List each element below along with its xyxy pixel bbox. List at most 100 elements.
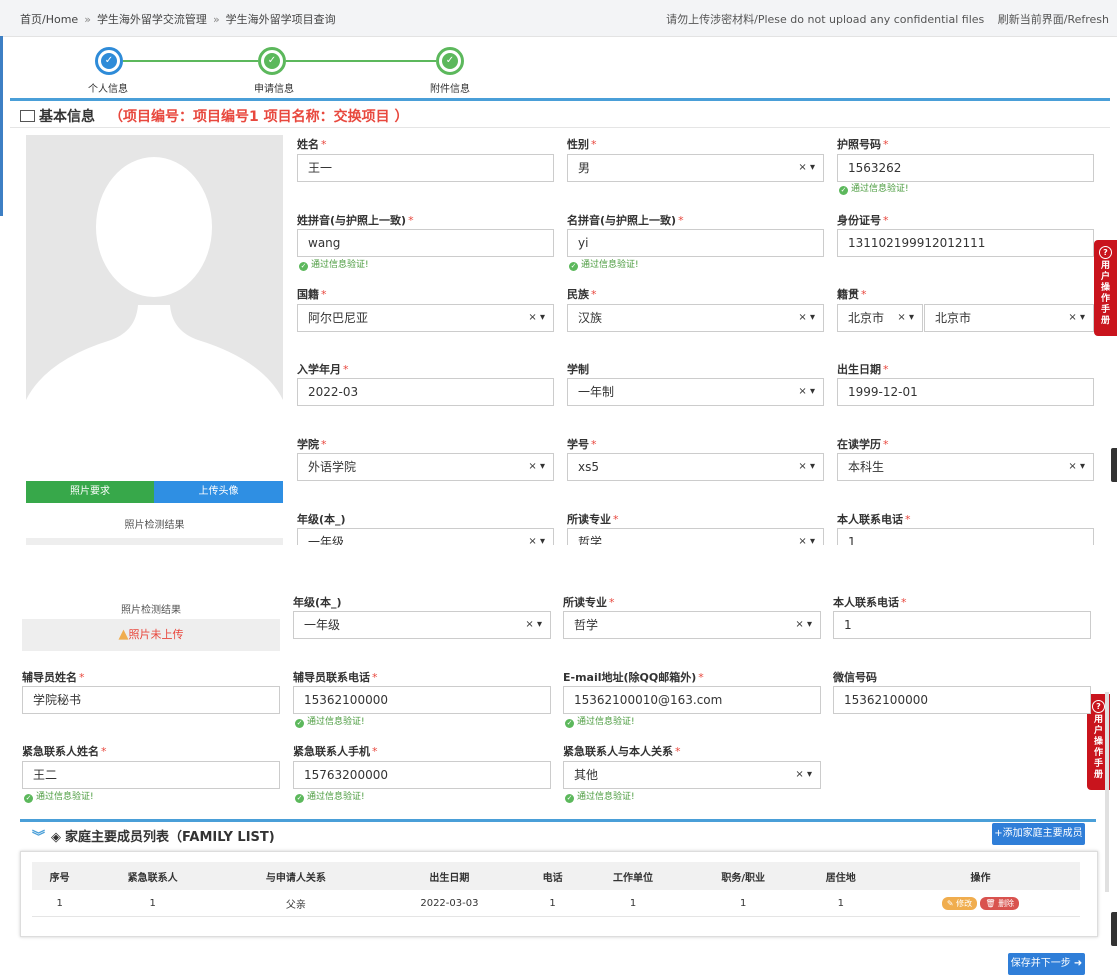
clear-dropdown-icon[interactable]: × ▾ (528, 454, 545, 480)
major-select[interactable]: 哲学 × ▾ (563, 611, 821, 639)
phone-input-top[interactable]: 1 (837, 528, 1094, 545)
step-line-1 (123, 60, 258, 62)
clear-dropdown-icon[interactable]: × ▾ (897, 305, 914, 331)
col-header: 与申请人关系 (218, 862, 374, 890)
email-input[interactable]: 15362100010@163.com (563, 686, 821, 714)
nationality-label: 国籍 * (297, 288, 327, 301)
breadcrumb-level2[interactable]: 学生海外留学项目查询 (226, 13, 336, 26)
check-icon: ✓ (565, 719, 574, 728)
clear-dropdown-icon[interactable]: × ▾ (798, 379, 815, 405)
photo-check-strip (26, 538, 283, 545)
table-cell: 1 (524, 890, 581, 917)
emergency-name-input[interactable]: 王二 (22, 761, 280, 789)
side-handle-2[interactable] (1111, 912, 1117, 946)
student-no-select[interactable]: xs5 × ▾ (567, 453, 824, 481)
table-cell: 1 (32, 890, 88, 917)
gender-label: 性别 * (567, 138, 597, 151)
clear-dropdown-icon[interactable]: × ▾ (795, 762, 812, 788)
given-pinyin-input[interactable]: yi (567, 229, 824, 257)
step-line-2 (286, 60, 436, 62)
phone-input[interactable]: 1 (833, 611, 1091, 639)
wechat-input[interactable]: 15362100000 (833, 686, 1091, 714)
step-2-label: 申请信息 (254, 84, 294, 95)
phone-label: 本人联系电话 * (833, 596, 907, 609)
clear-dropdown-icon[interactable]: × ▾ (798, 529, 815, 545)
enroll-date-input[interactable]: 2022-03 (297, 378, 554, 406)
check-icon: ✓ (569, 262, 578, 271)
emergency-phone-verified: ✓ 通过信息验证! (295, 792, 365, 803)
clear-dropdown-icon[interactable]: × ▾ (798, 454, 815, 480)
clear-dropdown-icon[interactable]: × ▾ (528, 305, 545, 331)
check-icon: ✓ (24, 794, 33, 803)
clear-dropdown-icon[interactable]: × ▾ (1068, 305, 1085, 331)
counselor-phone-input[interactable]: 15362100000 (293, 686, 551, 714)
major-label-top: 所读专业 * (567, 513, 619, 526)
layers-icon: ◈ (51, 830, 62, 845)
delete-button[interactable]: 🗑 删除 (980, 896, 1020, 910)
duration-label: 学制 (567, 363, 589, 376)
question-icon: ? (1099, 246, 1112, 259)
birth-date-input[interactable]: 1999-12-01 (837, 378, 1094, 406)
passport-input[interactable]: 1563262 (837, 154, 1094, 182)
ethnicity-select[interactable]: 汉族 × ▾ (567, 304, 824, 332)
emergency-relation-select[interactable]: 其他 × ▾ (563, 761, 821, 789)
clear-dropdown-icon[interactable]: × ▾ (528, 529, 545, 545)
section-title: 基本信息 （项目编号：项目编号1 项目名称：交换项目 ） (20, 106, 409, 126)
question-icon: ? (1092, 700, 1105, 713)
major-label: 所读专业 * (563, 596, 615, 609)
clear-dropdown-icon[interactable]: × ▾ (795, 612, 812, 638)
college-select[interactable]: 外语学院 × ▾ (297, 453, 554, 481)
origin-city-select[interactable]: 北京市 × ▾ (924, 304, 1094, 332)
project-info: （项目编号：项目编号1 项目名称：交换项目 ） (109, 109, 409, 125)
user-manual-tab[interactable]: ? 用户操作手册 (1094, 240, 1117, 336)
scrollbar-track[interactable] (1105, 692, 1109, 892)
step-1-icon[interactable]: ✓ (95, 47, 123, 75)
collapse-chevron-icon[interactable]: ︾ (32, 830, 45, 845)
save-next-button[interactable]: 保存并下一步 ➜ (1008, 953, 1085, 975)
form-icon (20, 110, 35, 122)
nationality-select[interactable]: 阿尔巴尼亚 × ▾ (297, 304, 554, 332)
refresh-link[interactable]: 刷新当前界面/Refresh (998, 13, 1109, 26)
photo-requirements-button[interactable]: 照片要求 (26, 481, 154, 503)
edit-button[interactable]: ✎ 修改 (941, 896, 978, 910)
ethnicity-label: 民族 * (567, 288, 597, 301)
side-handle[interactable] (1111, 448, 1117, 482)
surname-pinyin-input[interactable]: wang (297, 229, 554, 257)
counselor-phone-label: 辅导员联系电话 * (293, 671, 378, 684)
emergency-relation-label: 紧急联系人与本人关系 * (563, 745, 681, 758)
major-select-top[interactable]: 哲学 × ▾ (567, 528, 824, 545)
breadcrumb-level1[interactable]: 学生海外留学交流管理 (97, 13, 207, 26)
upload-avatar-button[interactable]: 上传头像 (154, 481, 283, 503)
given-verified: ✓ 通过信息验证! (569, 260, 639, 271)
origin-province-select[interactable]: 北京市 × ▾ (837, 304, 923, 332)
left-edge-accent (0, 36, 3, 216)
check-icon: ✓ (299, 262, 308, 271)
passport-verified: ✓ 通过信息验证! (839, 184, 909, 195)
col-header: 操作 (881, 862, 1080, 890)
degree-select[interactable]: 本科生 × ▾ (837, 453, 1094, 481)
table-cell: 2022-03-03 (373, 890, 525, 917)
check-icon: ✓ (565, 794, 574, 803)
table-cell: 1 (800, 890, 881, 917)
clear-dropdown-icon[interactable]: × ▾ (798, 305, 815, 331)
id-number-input[interactable]: 131102199912012111 (837, 229, 1094, 257)
grade-select[interactable]: 一年级 × ▾ (293, 611, 551, 639)
clear-dropdown-icon[interactable]: × ▾ (1068, 454, 1085, 480)
duration-select[interactable]: 一年制 × ▾ (567, 378, 824, 406)
step-3-icon[interactable]: ✓ (436, 47, 464, 75)
emergency-name-verified: ✓ 通过信息验证! (24, 792, 94, 803)
col-header: 居住地 (800, 862, 881, 890)
phone-label-top: 本人联系电话 * (837, 513, 911, 526)
clear-dropdown-icon[interactable]: × ▾ (525, 612, 542, 638)
check-icon: ✓ (442, 53, 458, 69)
emergency-phone-input[interactable]: 15763200000 (293, 761, 551, 789)
clear-dropdown-icon[interactable]: × ▾ (798, 155, 815, 181)
grade-select-top[interactable]: 一年级 × ▾ (297, 528, 554, 545)
avatar-silhouette-icon (26, 135, 283, 481)
counselor-input[interactable]: 学院秘书 (22, 686, 280, 714)
add-family-member-button[interactable]: +添加家庭主要成员 (992, 823, 1085, 845)
name-input[interactable]: 王一 (297, 154, 554, 182)
step-2-icon[interactable]: ✓ (258, 47, 286, 75)
gender-select[interactable]: 男 × ▾ (567, 154, 824, 182)
breadcrumb-home[interactable]: 首页/Home (20, 13, 78, 26)
